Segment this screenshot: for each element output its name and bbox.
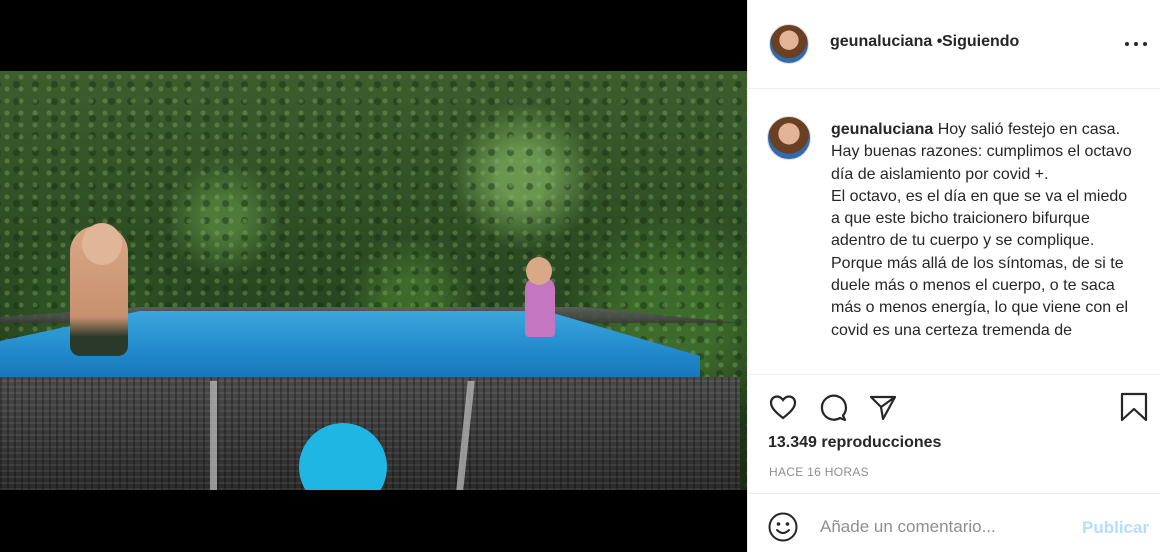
share-button[interactable]	[867, 391, 899, 423]
heart-icon	[769, 395, 797, 420]
caption-line: El octavo, es el día en que se va el mie…	[831, 187, 1129, 339]
caption-username[interactable]: geunaluciana	[831, 121, 933, 138]
post-actions: 13.349 reproducciones HACE 16 HORAS	[748, 374, 1160, 494]
post-header: geunaluciana • Siguiendo	[748, 0, 1160, 89]
boy-head	[82, 223, 122, 265]
header-username[interactable]: geunaluciana •	[830, 33, 942, 51]
girl-head	[526, 257, 552, 285]
caption-area: geunaluciana Hoy salió festejo en casa. …	[748, 89, 1160, 374]
media-panel	[0, 0, 747, 552]
following-button[interactable]: Siguiendo	[942, 33, 1019, 51]
post-video[interactable]	[0, 71, 747, 490]
comment-bar: Publicar	[748, 493, 1160, 552]
comment-input[interactable]	[818, 511, 1062, 543]
save-button[interactable]	[1118, 391, 1150, 423]
pool-pole	[210, 381, 217, 490]
comment-icon	[820, 394, 848, 422]
publish-button[interactable]: Publicar	[1082, 518, 1149, 538]
avatar[interactable]	[769, 24, 809, 64]
avatar[interactable]	[767, 116, 811, 160]
emoji-icon[interactable]	[767, 511, 799, 543]
caption-text: geunaluciana Hoy salió festejo en casa. …	[831, 119, 1136, 342]
bookmark-icon	[1120, 392, 1148, 422]
caption-line: Hay buenas razones: cumplimos el octavo …	[831, 143, 1132, 183]
timestamp[interactable]: HACE 16 HORAS	[769, 465, 869, 479]
share-icon	[869, 395, 897, 421]
caption-line: Hoy salió festejo en casa.	[937, 121, 1121, 138]
girl-figure	[525, 277, 555, 337]
post-sidebar: geunaluciana • Siguiendo geunaluciana Ho…	[747, 0, 1160, 552]
more-options-icon[interactable]	[1125, 34, 1147, 54]
view-count[interactable]: 13.349 reproducciones	[768, 434, 941, 452]
comment-button[interactable]	[817, 391, 849, 423]
like-button[interactable]	[767, 391, 799, 423]
